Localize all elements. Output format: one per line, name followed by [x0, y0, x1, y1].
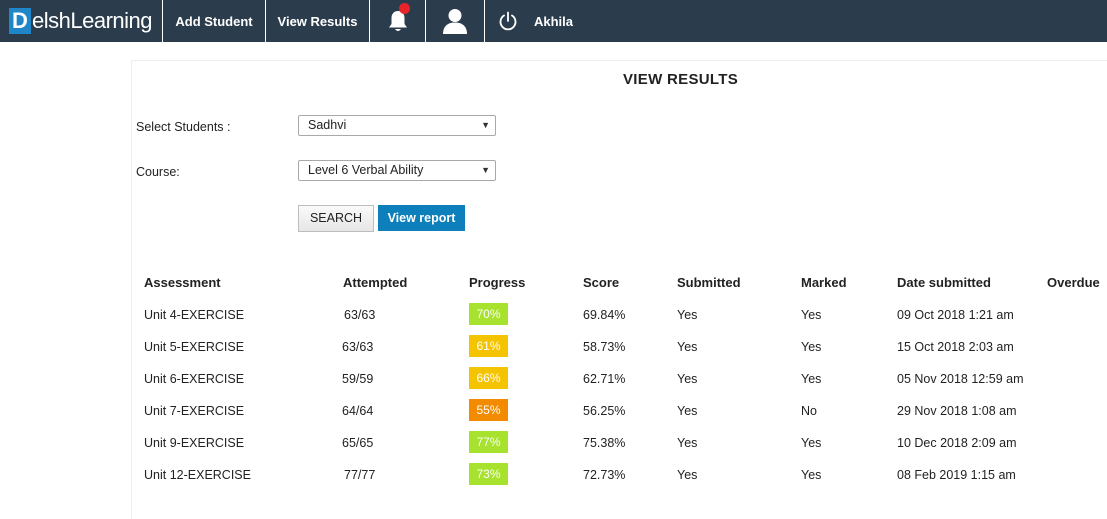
logout-button[interactable]: Akhila: [485, 0, 573, 42]
cell-submitted: Yes: [677, 436, 698, 450]
cell-date-submitted: 08 Feb 2019 1:15 am: [897, 468, 1016, 482]
table-row: Unit 4-EXERCISE 63/63 70% 69.84% Yes Yes…: [132, 302, 1107, 334]
student-select[interactable]: Sadhvi ▼: [298, 115, 496, 136]
table-row: Unit 9-EXERCISE 65/65 77% 75.38% Yes Yes…: [132, 430, 1107, 462]
table-row: Unit 6-EXERCISE 59/59 66% 62.71% Yes Yes…: [132, 366, 1107, 398]
cell-date-submitted: 05 Nov 2018 12:59 am: [897, 372, 1024, 386]
caret-down-icon: ▼: [481, 120, 490, 130]
cell-score: 62.71%: [583, 372, 626, 386]
header-submitted: Submitted: [677, 275, 741, 290]
user-icon: [443, 9, 467, 34]
progress-badge: 70%: [469, 303, 508, 325]
caret-down-icon: ▼: [481, 165, 490, 175]
cell-date-submitted: 09 Oct 2018 1:21 am: [897, 308, 1014, 322]
cell-attempted: 63/63: [342, 340, 374, 354]
results-panel: VIEW RESULTS Select Students : Sadhvi ▼ …: [131, 60, 1107, 519]
cell-marked: Yes: [801, 372, 822, 386]
cell-assessment: Unit 4-EXERCISE: [144, 308, 245, 322]
course-label: Course:: [136, 165, 180, 179]
cell-submitted: Yes: [677, 308, 698, 322]
notification-badge: [399, 3, 410, 14]
table-row: Unit 7-EXERCISE 64/64 55% 56.25% Yes No …: [132, 398, 1107, 430]
select-students-label: Select Students :: [136, 120, 231, 134]
cell-marked: Yes: [801, 308, 822, 322]
header-assessment: Assessment: [144, 275, 221, 290]
cell-attempted: 77/77: [344, 468, 376, 482]
notifications-button[interactable]: [370, 0, 426, 42]
header-date-submitted: Date submitted: [897, 275, 991, 290]
cell-marked: No: [801, 404, 817, 418]
progress-badge: 73%: [469, 463, 508, 485]
cell-submitted: Yes: [677, 340, 698, 354]
cell-attempted: 59/59: [342, 372, 374, 386]
table-row: Unit 5-EXERCISE 63/63 61% 58.73% Yes Yes…: [132, 334, 1107, 366]
cell-assessment: Unit 5-EXERCISE: [144, 340, 245, 354]
cell-date-submitted: 10 Dec 2018 2:09 am: [897, 436, 1017, 450]
student-select-value: Sadhvi: [308, 118, 347, 132]
view-report-button[interactable]: View report: [378, 205, 465, 231]
cell-submitted: Yes: [677, 372, 698, 386]
cell-assessment: Unit 6-EXERCISE: [144, 372, 245, 386]
cell-assessment: Unit 7-EXERCISE: [144, 404, 245, 418]
power-icon: [499, 11, 517, 31]
cell-score: 69.84%: [583, 308, 626, 322]
cell-assessment: Unit 12-EXERCISE: [144, 468, 251, 482]
brand-logo-text: elshLearning: [32, 8, 152, 33]
header-score: Score: [583, 275, 620, 290]
profile-button[interactable]: [426, 0, 485, 42]
user-name: Akhila: [534, 13, 574, 29]
progress-badge: 77%: [469, 431, 508, 453]
top-navbar: DelshLearning Add Student View Results A…: [0, 0, 1107, 42]
search-button[interactable]: SEARCH: [298, 205, 374, 232]
progress-badge: 55%: [469, 399, 508, 421]
cell-attempted: 64/64: [342, 404, 374, 418]
course-select-value: Level 6 Verbal Ability: [308, 163, 424, 177]
progress-badge: 61%: [469, 335, 508, 357]
cell-attempted: 63/63: [344, 308, 376, 322]
brand-logo-initial: D: [9, 8, 31, 34]
cell-submitted: Yes: [677, 468, 698, 482]
header-overdue: Overdue: [1047, 275, 1100, 290]
progress-badge: 66%: [469, 367, 508, 389]
nav-add-student[interactable]: Add Student: [163, 0, 266, 42]
cell-score: 56.25%: [583, 404, 626, 418]
cell-date-submitted: 15 Oct 2018 2:03 am: [897, 340, 1014, 354]
cell-score: 72.73%: [583, 468, 626, 482]
header-attempted: Attempted: [343, 275, 408, 290]
cell-marked: Yes: [801, 468, 822, 482]
brand-logo[interactable]: DelshLearning: [0, 0, 163, 42]
course-select[interactable]: Level 6 Verbal Ability ▼: [298, 160, 496, 181]
cell-marked: Yes: [801, 436, 822, 450]
table-row: Unit 12-EXERCISE 77/77 73% 72.73% Yes Ye…: [132, 462, 1107, 494]
cell-submitted: Yes: [677, 404, 698, 418]
header-progress: Progress: [469, 275, 526, 290]
header-marked: Marked: [801, 275, 847, 290]
cell-marked: Yes: [801, 340, 822, 354]
page-title: VIEW RESULTS: [623, 71, 738, 88]
nav-view-results[interactable]: View Results: [266, 0, 370, 42]
cell-attempted: 65/65: [342, 436, 374, 450]
cell-date-submitted: 29 Nov 2018 1:08 am: [897, 404, 1017, 418]
cell-score: 75.38%: [583, 436, 626, 450]
cell-score: 58.73%: [583, 340, 626, 354]
cell-assessment: Unit 9-EXERCISE: [144, 436, 245, 450]
